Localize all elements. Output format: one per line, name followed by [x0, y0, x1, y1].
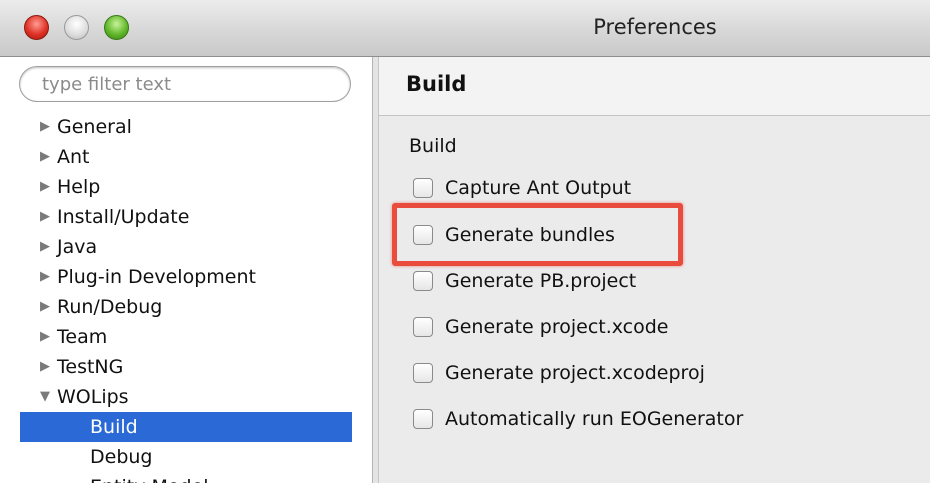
page-title: Build	[406, 72, 467, 96]
tree-item-label: Team	[57, 326, 108, 348]
tree-item-label: WOLips	[57, 386, 129, 408]
generate-project-xcode-checkbox[interactable]	[413, 317, 433, 337]
filter-input[interactable]	[19, 66, 351, 102]
build-group-label: Build	[409, 135, 457, 157]
tree-item-wolips-debug[interactable]: Debug	[0, 442, 372, 472]
title-bar[interactable]: Preferences	[0, 0, 930, 57]
preference-navigation-pane: ▶ General ▶ Ant ▶ Help ▶ Install/Update …	[0, 57, 372, 483]
expand-arrow-icon[interactable]: ▶	[40, 352, 50, 382]
capture-ant-output-checkbox[interactable]	[413, 178, 433, 198]
tree-item-label: General	[57, 116, 132, 138]
highlight-annotation-box	[392, 203, 683, 266]
option-label: Capture Ant Output	[445, 177, 632, 199]
tree-item-wolips-entity-model[interactable]: Entity Model	[0, 472, 372, 483]
option-label: Generate project.xcodeproj	[445, 362, 705, 384]
expand-arrow-icon[interactable]: ▶	[40, 112, 50, 142]
tree-item-label: Debug	[90, 446, 153, 468]
expand-arrow-icon[interactable]: ▶	[40, 322, 50, 352]
expand-arrow-icon[interactable]: ▶	[40, 172, 50, 202]
expand-arrow-icon[interactable]: ▶	[40, 292, 50, 322]
page-header: Build	[379, 57, 930, 116]
option-label: Automatically run EOGenerator	[445, 408, 744, 430]
tree-item-java[interactable]: ▶ Java	[0, 232, 372, 262]
tree-item-label: Install/Update	[57, 206, 190, 228]
tree-item-label: Entity Model	[90, 472, 209, 483]
tree-item-general[interactable]: ▶ General	[0, 112, 372, 142]
tree-item-label: Java	[57, 236, 98, 258]
window-title: Preferences	[593, 15, 717, 39]
tree-item-wolips-build[interactable]: Build	[20, 412, 352, 442]
automatically-run-eogenerator-checkbox[interactable]	[413, 409, 433, 429]
tree-item-plug-in-development[interactable]: ▶ Plug-in Development	[0, 262, 372, 292]
preferences-window: Preferences ▶ General ▶ Ant ▶ Help ▶ Ins…	[0, 0, 930, 483]
tree-item-wolips[interactable]: ▼ WOLips	[0, 382, 372, 412]
generate-pb-project-checkbox[interactable]	[413, 271, 433, 291]
tree-item-label: TestNG	[57, 356, 124, 378]
option-label: Generate PB.project	[445, 270, 637, 292]
expand-arrow-icon[interactable]: ▶	[40, 142, 50, 172]
tree-item-label: Plug-in Development	[57, 266, 256, 288]
tree-item-label: Ant	[57, 146, 90, 168]
expand-arrow-icon[interactable]: ▶	[40, 232, 50, 262]
collapse-arrow-icon[interactable]: ▼	[40, 382, 50, 412]
tree-item-install-update[interactable]: ▶ Install/Update	[0, 202, 372, 232]
expand-arrow-icon[interactable]: ▶	[40, 262, 50, 292]
pane-splitter[interactable]	[372, 57, 379, 483]
tree-item-label: Run/Debug	[57, 296, 163, 318]
option-label: Generate project.xcode	[445, 316, 669, 338]
tree-item-testng[interactable]: ▶ TestNG	[0, 352, 372, 382]
generate-project-xcodeproj-checkbox[interactable]	[413, 363, 433, 383]
tree-item-run-debug[interactable]: ▶ Run/Debug	[0, 292, 372, 322]
tree-item-label: Help	[57, 176, 101, 198]
preference-page: Build Build Capture Ant Output Generate …	[379, 57, 930, 483]
preference-tree: ▶ General ▶ Ant ▶ Help ▶ Install/Update …	[0, 112, 372, 483]
tree-item-label: Build	[90, 416, 138, 438]
tree-item-team[interactable]: ▶ Team	[0, 322, 372, 352]
expand-arrow-icon[interactable]: ▶	[40, 202, 50, 232]
tree-item-help[interactable]: ▶ Help	[0, 172, 372, 202]
tree-item-ant[interactable]: ▶ Ant	[0, 142, 372, 172]
